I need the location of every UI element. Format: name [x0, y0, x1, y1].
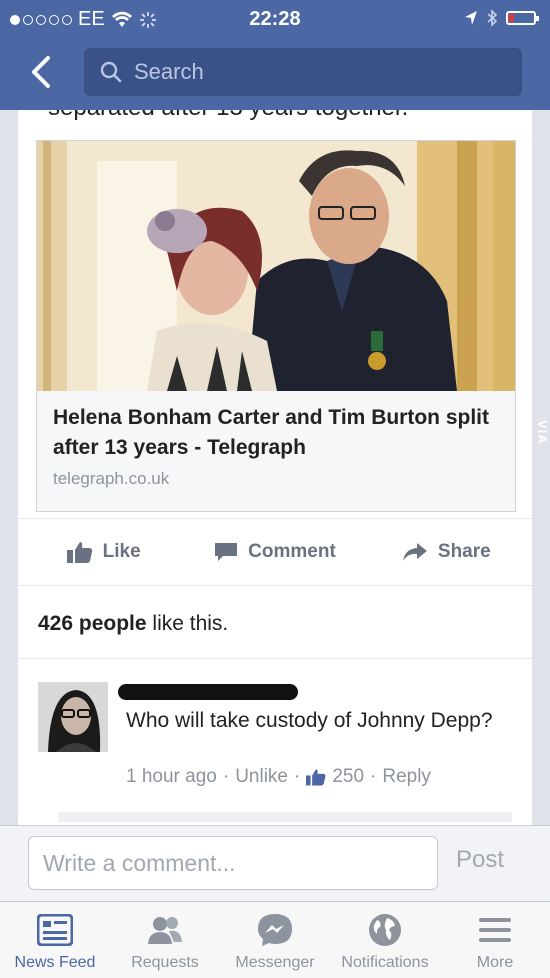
messenger-icon	[258, 914, 292, 946]
comment-placeholder: Write a comment...	[43, 849, 236, 876]
link-title: Helena Bonham Carter and Tim Burton spli…	[53, 406, 490, 459]
divider	[18, 658, 532, 659]
link-domain: telegraph.co.uk	[53, 469, 170, 488]
watermark: VIA SLOWROBOT.COM	[520, 420, 550, 552]
comment-time: 1 hour ago	[126, 766, 217, 787]
comment-meta: 1 hour ago · Unlike · 250 · Reply	[126, 766, 431, 788]
share-label: Share	[437, 541, 491, 562]
like-label: Like	[102, 541, 141, 562]
thumbs-up-icon	[306, 769, 326, 786]
post-card: separated after 13 years together.	[18, 110, 532, 825]
comment-button[interactable]: Comment	[189, 541, 360, 563]
tab-label: Messenger	[235, 954, 315, 971]
likes-suffix: like this.	[152, 612, 229, 635]
meta-separator: ·	[294, 766, 301, 787]
likes-summary[interactable]: 426 people like this.	[38, 612, 228, 636]
meta-separator: ·	[222, 766, 230, 787]
search-placeholder: Search	[134, 59, 204, 84]
post-button[interactable]: Post	[456, 846, 504, 874]
requests-icon	[148, 917, 182, 944]
thumbs-up-icon	[66, 542, 92, 563]
post-text: separated after 13 years together.	[48, 110, 408, 122]
reply-link[interactable]: Reply	[382, 766, 431, 788]
post-actions: Like Comment Share	[18, 518, 532, 586]
share-arrow-icon	[402, 543, 427, 561]
globe-icon	[369, 914, 401, 946]
search-input[interactable]: Search	[84, 48, 522, 96]
comment: Who will take custody of Johnny Depp? 1 …	[18, 670, 532, 822]
search-icon	[100, 61, 122, 83]
comment-composer: Write a comment... Post	[0, 825, 550, 902]
tab-notifications[interactable]: Notifications	[330, 902, 440, 978]
link-preview[interactable]: Helena Bonham Carter and Tim Burton spli…	[36, 140, 516, 512]
tab-news-feed[interactable]: News Feed	[0, 902, 110, 978]
avatar[interactable]	[38, 682, 108, 752]
likes-count: 426 people	[38, 612, 147, 635]
news-feed: separated after 13 years together.	[0, 110, 550, 825]
comment-label: Comment	[248, 541, 336, 562]
meta-separator: ·	[370, 766, 377, 787]
tab-label: Notifications	[341, 954, 429, 971]
share-button[interactable]: Share	[361, 541, 532, 563]
back-button[interactable]	[22, 52, 62, 92]
reply-preview	[58, 812, 512, 822]
comment-like-count: 250	[332, 766, 365, 787]
status-bar: EE 22:28	[0, 0, 550, 38]
menu-icon	[479, 918, 511, 942]
link-photo	[37, 141, 515, 391]
chevron-left-icon	[32, 56, 50, 88]
tab-more[interactable]: More	[440, 902, 550, 978]
tab-bar: News Feed Requests Messenger Notificatio…	[0, 901, 550, 978]
like-button[interactable]: Like	[18, 541, 189, 563]
unlike-link[interactable]: Unlike	[235, 766, 288, 788]
tab-label: Requests	[131, 954, 199, 971]
bluetooth-icon	[487, 9, 498, 27]
comment-input[interactable]: Write a comment...	[28, 836, 438, 890]
tab-label: More	[476, 954, 514, 971]
comment-text: Who will take custody of Johnny Depp?	[126, 709, 493, 732]
news-feed-icon	[37, 914, 73, 946]
comment-icon	[215, 543, 238, 561]
status-right	[464, 9, 539, 27]
nav-bar: Search	[0, 38, 550, 110]
tab-label: News Feed	[14, 954, 96, 971]
redacted-name	[118, 684, 298, 700]
battery-icon	[506, 11, 539, 25]
tab-messenger[interactable]: Messenger	[220, 902, 330, 978]
location-icon	[465, 11, 477, 25]
tab-requests[interactable]: Requests	[110, 902, 220, 978]
